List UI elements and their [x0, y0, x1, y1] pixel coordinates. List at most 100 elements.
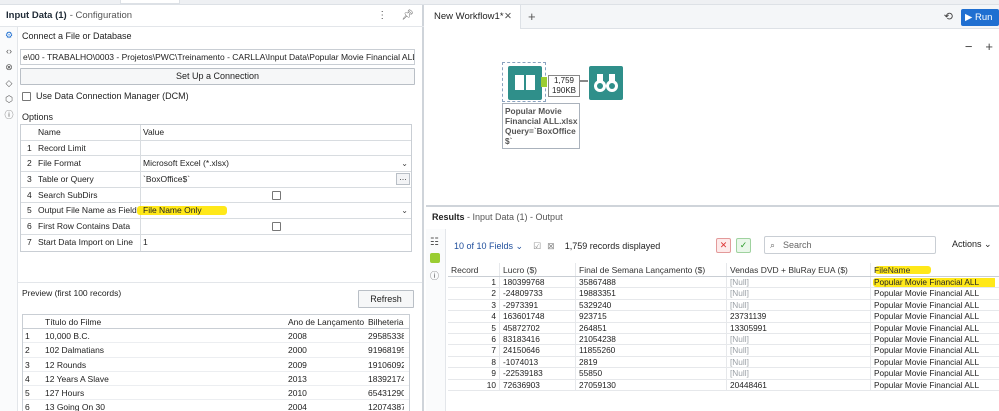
- column-header[interactable]: FileName: [870, 263, 995, 276]
- close-icon[interactable]: ✕: [504, 5, 512, 29]
- run-button[interactable]: ▶ Run: [961, 9, 999, 26]
- output-filename-select[interactable]: File Name Only ⌄: [137, 203, 411, 218]
- top-tab[interactable]: [120, 0, 180, 4]
- cube-icon[interactable]: ⬡: [0, 91, 18, 107]
- browse-tool[interactable]: [589, 66, 623, 100]
- output-anchor[interactable]: [541, 77, 547, 87]
- option-row[interactable]: 3 Table or Query `BoxOffice$`…: [21, 172, 411, 188]
- cell: 83183416: [499, 333, 575, 345]
- edit-icon[interactable]: ☑: [533, 241, 541, 252]
- workflow-tab-bar: New Workflow1* ✕ + ⟲ ▶ Run: [426, 5, 999, 29]
- preview-row[interactable]: 2 102 Dalmatians 2000 91968195: [23, 343, 409, 358]
- help-icon[interactable]: ⓘ: [0, 107, 18, 123]
- cell: [Null]: [726, 356, 870, 368]
- actions-dropdown[interactable]: Actions ⌄: [952, 239, 992, 250]
- preview-row[interactable]: 6 13 Going On 30 2004 12074387: [23, 400, 409, 411]
- zoom-in-icon[interactable]: +: [985, 39, 993, 54]
- cell: 13 Going On 30: [45, 402, 106, 411]
- option-row[interactable]: 4 Search SubDirs: [21, 187, 411, 204]
- option-row[interactable]: 7 Start Data Import on Line 1: [21, 234, 411, 251]
- cell: 12074387: [368, 402, 404, 411]
- history-icon[interactable]: ⟲: [944, 10, 953, 23]
- table-row[interactable]: 3 -2973391 5329240 [Null] Popular Movie Fina…: [448, 299, 999, 312]
- dcm-checkbox[interactable]: [22, 91, 31, 101]
- column-header[interactable]: Lucro ($): [499, 263, 575, 276]
- cell: -24809733: [499, 288, 575, 299]
- pin-icon[interactable]: 📌︎: [401, 10, 414, 21]
- tag-icon[interactable]: ◇: [0, 75, 18, 91]
- option-row[interactable]: 6 First Row Contains Data: [21, 219, 411, 235]
- search-input[interactable]: ⌕ Search: [764, 236, 936, 254]
- column-header[interactable]: Vendas DVD + BluRay EUA ($): [726, 263, 870, 276]
- cell: 923715: [575, 311, 726, 322]
- close-icon[interactable]: ✕: [716, 238, 731, 253]
- workflow-canvas[interactable]: − + 1,759 190KB Popular Movie Financial A…: [426, 29, 999, 203]
- cell: 5: [25, 387, 30, 398]
- chevron-down-icon[interactable]: ⌄: [401, 156, 408, 171]
- preview-row[interactable]: 5 127 Hours 2010 65431290: [23, 386, 409, 401]
- table-row[interactable]: 4 163601748 923715 23731139 Popular Movie Fi…: [448, 311, 999, 323]
- file-path-field[interactable]: e\00 - TRABALHO\0003 - Projetos\PWC\Trei…: [20, 49, 415, 65]
- clear-icon[interactable]: ⊠: [547, 241, 555, 252]
- preview-header: Bilheteria: [368, 317, 404, 327]
- table-row[interactable]: 2 -24809733 19883351 [Null] Popular Movie Fi…: [448, 288, 999, 300]
- cell: 18392174: [368, 373, 404, 384]
- option-value[interactable]: [141, 141, 411, 156]
- cell: 4: [25, 373, 30, 384]
- option-row[interactable]: 5 Output File Name as Field File Name On…: [21, 203, 411, 220]
- cell: -22539183: [499, 368, 575, 379]
- table-row[interactable]: 9 -22539183 55850 [Null] Popular Movie Finan…: [448, 368, 999, 380]
- add-tab-icon[interactable]: +: [528, 5, 536, 29]
- chevron-down-icon[interactable]: ⌄: [401, 203, 408, 218]
- cell: Popular Movie Financial ALL: [870, 345, 995, 356]
- option-name: File Format: [38, 156, 141, 172]
- start-line-value[interactable]: 1: [141, 235, 411, 251]
- preview-row[interactable]: 3 12 Rounds 2009 19106092: [23, 358, 409, 372]
- table-row[interactable]: 7 24150646 11855260 [Null] Popular Movie Fin…: [448, 345, 999, 357]
- input-data-tool[interactable]: [508, 66, 542, 100]
- cell: 3: [491, 299, 496, 310]
- column-header[interactable]: Final de Semana Lançamento ($): [575, 263, 726, 276]
- file-format-select[interactable]: Microsoft Excel (*.xlsx) ⌄: [141, 156, 411, 171]
- annotation-line: Financial ALL.xlsx: [505, 116, 578, 126]
- column-header[interactable]: Record: [448, 263, 499, 276]
- table-row[interactable]: 6 83183416 21054238 [Null] Popular Movie Fin…: [448, 333, 999, 346]
- table-row[interactable]: 10 72636903 27059130 20448461 Popular Movie …: [448, 379, 999, 391]
- options-value-header: Value: [143, 127, 165, 137]
- table-query-value: `BoxOffice$`: [143, 174, 191, 185]
- connection-badge: 1,759 190KB: [548, 75, 580, 97]
- table-query-field[interactable]: `BoxOffice$` …: [141, 172, 411, 187]
- tool-annotation: Popular Movie Financial ALL.xlsx Query=`…: [502, 103, 580, 149]
- table-row[interactable]: 5 45872702 264851 13305991 Popular Movie Fin…: [448, 322, 999, 334]
- option-row[interactable]: 1 Record Limit: [21, 140, 411, 157]
- zoom-out-icon[interactable]: −: [965, 39, 973, 54]
- x-circle-icon[interactable]: ⊗: [0, 59, 18, 75]
- cell: Popular Movie Financial ALL: [870, 299, 995, 311]
- help-icon[interactable]: ⓘ: [430, 269, 439, 282]
- filename-cell: Popular Movie Financial ALL: [870, 277, 995, 288]
- code-icon[interactable]: ‹›: [0, 43, 18, 59]
- search-subdirs-checkbox[interactable]: [272, 190, 281, 200]
- more-options-icon[interactable]: ⋮: [377, 10, 387, 21]
- preview-row[interactable]: 1 10,000 B.C. 2008 29585338: [23, 329, 409, 344]
- first-row-checkbox[interactable]: [272, 222, 281, 232]
- table-row[interactable]: 8 -1074013 2819 [Null] Popular Movie Financi…: [448, 356, 999, 369]
- refresh-button[interactable]: Refresh: [358, 290, 414, 308]
- options-name-header: Name: [38, 125, 141, 140]
- table-row[interactable]: 1 180399768 35867488 [Null] Popular Movie Fi…: [448, 277, 999, 289]
- setup-connection-button[interactable]: Set Up a Connection: [20, 68, 415, 85]
- ellipsis-button[interactable]: …: [396, 173, 410, 186]
- cell: 9: [491, 368, 496, 379]
- preview-row[interactable]: 4 12 Years A Slave 2013 18392174: [23, 372, 409, 386]
- cell: 72636903: [499, 379, 575, 390]
- cell: [Null]: [726, 299, 870, 311]
- grid-icon[interactable]: ☷: [430, 237, 439, 248]
- option-row[interactable]: 2 File Format Microsoft Excel (*.xlsx) ⌄: [21, 156, 411, 173]
- file-format-value: Microsoft Excel (*.xlsx): [143, 158, 229, 169]
- check-icon[interactable]: ✓: [736, 238, 751, 253]
- anchor-icon[interactable]: [430, 253, 440, 263]
- fields-dropdown[interactable]: 10 of 10 Fields ⌄: [454, 241, 523, 252]
- tab-new-workflow[interactable]: New Workflow1* ✕: [426, 5, 521, 29]
- cell: 24150646: [499, 345, 575, 356]
- gear-icon[interactable]: ⚙: [0, 27, 18, 43]
